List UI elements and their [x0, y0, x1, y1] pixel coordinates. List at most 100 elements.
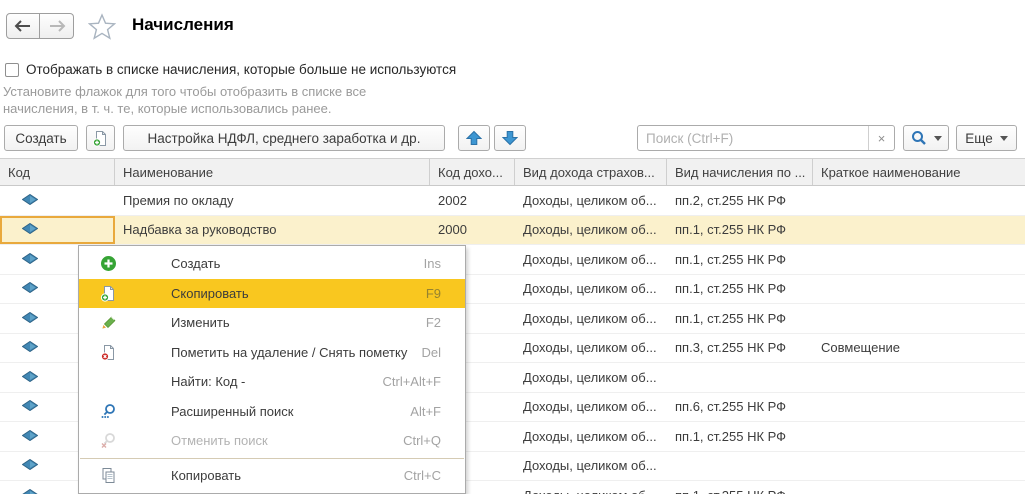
- accrual-type-cell: пп.1, ст.255 НК РФ: [667, 245, 813, 274]
- accrual-type-cell: пп.6, ст.255 НК РФ: [667, 393, 813, 422]
- column-header-income-code[interactable]: Код дохо...: [430, 159, 515, 185]
- accrual-type-cell: пп.1, ст.255 НК РФ: [667, 216, 813, 245]
- income-code-cell: 2002: [430, 186, 515, 215]
- menu-item-label: Отменить поиск: [171, 433, 403, 448]
- short-name-cell: [813, 481, 1025, 494]
- ndfl-settings-button[interactable]: Настройка НДФЛ, среднего заработка и др.: [123, 125, 445, 151]
- context-menu-item[interactable]: Скопировать F9: [79, 279, 465, 309]
- item-diamond-icon: [22, 222, 38, 237]
- copy-item-button[interactable]: [86, 125, 115, 151]
- no-icon: [99, 373, 117, 391]
- context-menu-item[interactable]: Расширенный поиск Alt+F: [79, 397, 465, 427]
- history-nav: [6, 13, 74, 39]
- forward-arrow-icon: [48, 20, 66, 32]
- insurance-income-type-cell: Доходы, целиком об...: [515, 245, 667, 274]
- context-menu-item[interactable]: Пометить на удаление / Снять пометку Del: [79, 338, 465, 368]
- item-diamond-icon: [22, 429, 38, 444]
- item-diamond-icon: [22, 252, 38, 267]
- name-cell: Премия по окладу: [115, 186, 430, 215]
- menu-item-shortcut: F2: [426, 315, 441, 330]
- code-cell: [0, 186, 115, 215]
- move-up-button[interactable]: [458, 125, 490, 151]
- item-diamond-icon: [22, 488, 38, 494]
- create-button[interactable]: Создать: [4, 125, 78, 151]
- column-header-code[interactable]: Код: [0, 159, 115, 185]
- column-header-name[interactable]: Наименование: [115, 159, 430, 185]
- item-diamond-icon: [22, 399, 38, 414]
- move-down-button[interactable]: [494, 125, 526, 151]
- context-menu-item[interactable]: Копировать Ctrl+C: [79, 461, 465, 491]
- copy-new-icon: [99, 284, 117, 302]
- code-cell: [0, 216, 115, 245]
- short-name-cell: [813, 363, 1025, 392]
- menu-item-shortcut: Alt+F: [410, 404, 441, 419]
- menu-item-label: Создать: [171, 256, 424, 271]
- more-button[interactable]: Еще: [956, 125, 1017, 151]
- menu-item-label: Расширенный поиск: [171, 404, 410, 419]
- short-name-cell: [813, 186, 1025, 215]
- insurance-income-type-cell: Доходы, целиком об...: [515, 304, 667, 333]
- menu-item-label: Пометить на удаление / Снять пометку: [171, 345, 421, 360]
- accrual-type-cell: [667, 363, 813, 392]
- favorite-star-icon[interactable]: [88, 13, 116, 45]
- arrow-down-icon: [502, 130, 518, 146]
- column-header-accrual-type[interactable]: Вид начисления по ...: [667, 159, 813, 185]
- item-diamond-icon: [22, 340, 38, 355]
- chevron-down-icon: [1000, 136, 1008, 141]
- column-header-short-name[interactable]: Краткое наименование: [813, 159, 1025, 185]
- cancel-search-icon: [99, 432, 117, 450]
- short-name-cell: [813, 216, 1025, 245]
- accrual-type-cell: [667, 452, 813, 481]
- accrual-type-cell: пп.1, ст.255 НК РФ: [667, 275, 813, 304]
- accrual-type-cell: пп.1, ст.255 НК РФ: [667, 422, 813, 451]
- menu-item-shortcut: Del: [421, 345, 441, 360]
- insurance-income-type-cell: Доходы, целиком об...: [515, 275, 667, 304]
- insurance-income-type-cell: Доходы, целиком об...: [515, 334, 667, 363]
- context-menu-item[interactable]: Изменить F2: [79, 308, 465, 338]
- add-icon: [99, 255, 117, 273]
- back-arrow-icon: [14, 20, 32, 32]
- table-row[interactable]: Премия по окладу 2002 Доходы, целиком об…: [0, 186, 1025, 216]
- table-row[interactable]: Надбавка за руководство 2000 Доходы, цел…: [0, 216, 1025, 246]
- adv-search-icon: [99, 402, 117, 420]
- short-name-cell: [813, 275, 1025, 304]
- item-diamond-icon: [22, 311, 38, 326]
- context-menu-item[interactable]: Создать Ins: [79, 249, 465, 279]
- search-menu-button[interactable]: [903, 125, 949, 151]
- search-box: ×: [637, 125, 895, 151]
- item-diamond-icon: [22, 193, 38, 208]
- insurance-income-type-cell: Доходы, целиком об...: [515, 363, 667, 392]
- insurance-income-type-cell: Доходы, целиком об...: [515, 481, 667, 494]
- short-name-cell: [813, 245, 1025, 274]
- short-name-cell: [813, 304, 1025, 333]
- page-title: Начисления: [132, 15, 234, 35]
- item-diamond-icon: [22, 281, 38, 296]
- arrow-up-icon: [466, 130, 482, 146]
- back-button[interactable]: [6, 13, 40, 39]
- search-input[interactable]: [638, 126, 868, 150]
- insurance-income-type-cell: Доходы, целиком об...: [515, 393, 667, 422]
- copy-new-icon: [92, 130, 109, 147]
- search-clear-button[interactable]: ×: [868, 126, 894, 150]
- menu-item-label: Скопировать: [171, 286, 426, 301]
- context-menu-item[interactable]: Найти: Код - Ctrl+Alt+F: [79, 367, 465, 397]
- menu-item-shortcut: Ctrl+Q: [403, 433, 441, 448]
- insurance-income-type-cell: Доходы, целиком об...: [515, 452, 667, 481]
- menu-item-shortcut: Ins: [424, 256, 441, 271]
- filter-hint-line2: начисления, в т. ч. те, которые использо…: [3, 101, 332, 116]
- short-name-cell: [813, 393, 1025, 422]
- menu-item-label: Изменить: [171, 315, 426, 330]
- table-header-row: Код Наименование Код дохо... Вид дохода …: [0, 158, 1025, 186]
- mark-delete-icon: [99, 343, 117, 361]
- menu-separator: [80, 458, 464, 459]
- column-header-insurance-income-type[interactable]: Вид дохода страхов...: [515, 159, 667, 185]
- show-unused-checkbox[interactable]: [5, 63, 19, 77]
- chevron-down-icon: [934, 136, 942, 141]
- accrual-type-cell: пп.1, ст.255 НК РФ: [667, 304, 813, 333]
- forward-button[interactable]: [40, 13, 74, 39]
- show-unused-checkbox-label[interactable]: Отображать в списке начисления, которые …: [26, 62, 456, 77]
- context-menu: Создать Ins Скопировать F9 Изменить F2 П…: [78, 245, 466, 494]
- insurance-income-type-cell: Доходы, целиком об...: [515, 186, 667, 215]
- menu-item-shortcut: Ctrl+C: [404, 468, 441, 483]
- income-code-cell: 2000: [430, 216, 515, 245]
